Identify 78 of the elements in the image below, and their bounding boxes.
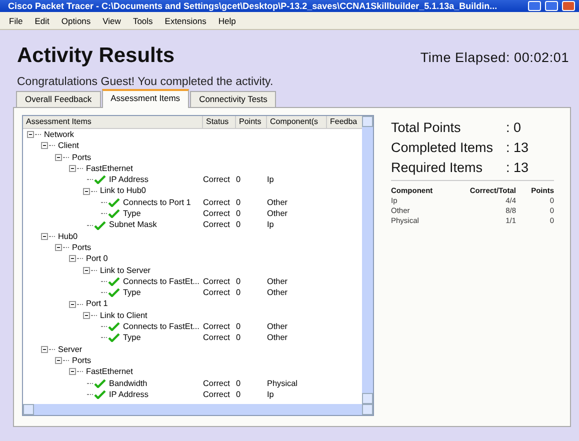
points-cell-text: 0 — [236, 378, 242, 389]
component-cell-text: Ip — [267, 174, 275, 186]
component-cell-text: Other — [267, 208, 288, 220]
tree-item-label[interactable]: Connects to FastEt... — [123, 276, 200, 288]
component-cell-text: Other — [267, 321, 288, 332]
tree-item-label[interactable]: Type — [123, 208, 141, 220]
status-cell-text: Correct — [203, 276, 231, 288]
status-cell-text: Correct — [203, 388, 231, 400]
menu-item[interactable]: Options — [56, 16, 96, 26]
component-cell-text: Other — [267, 276, 288, 288]
points-cell-text: 0 — [236, 332, 242, 344]
time-elapsed: Time Elapsed: 00:02:01 — [420, 50, 569, 67]
tree-item-label[interactable]: IP Address — [109, 174, 148, 186]
status-cell-text: Correct — [203, 332, 231, 344]
points-cell-text: 0 — [236, 276, 242, 288]
tree-item-label[interactable]: FastEthernet — [86, 162, 133, 174]
stat-label: Required Items — [391, 160, 484, 175]
points-cell-text: 0 — [236, 321, 242, 332]
tree-item-label[interactable]: Connects to FastEt... — [123, 321, 200, 332]
tree-item-label[interactable]: Port 1 — [86, 298, 108, 310]
stat-value: : 13 — [506, 160, 529, 175]
column-header[interactable]: Status — [203, 116, 236, 128]
column-header[interactable]: Assessment Items — [23, 116, 203, 128]
stat-value: : 0 — [506, 120, 522, 135]
column-header[interactable]: Component(s — [267, 116, 327, 128]
points-cell-text: 0 — [236, 208, 242, 220]
status-cell-text: Correct — [203, 174, 231, 186]
status-cell-text: Correct — [203, 219, 231, 231]
tree-item-label[interactable]: Subnet Mask — [109, 219, 157, 231]
tree-item-label[interactable]: Port 0 — [86, 253, 108, 265]
tree-item-label[interactable]: Client — [58, 140, 79, 152]
tree-item-label[interactable]: FastEthernet — [86, 366, 133, 378]
points-cell-text: 0 — [236, 196, 242, 208]
tree-item-label[interactable]: Connects to Port 1 — [123, 196, 191, 208]
menu-item[interactable]: Extensions — [160, 16, 212, 26]
tab[interactable]: Overall Feedback — [16, 91, 101, 107]
column-header[interactable]: Points — [236, 116, 267, 128]
tab[interactable]: Assessment Items — [102, 89, 190, 108]
stat-value: : 13 — [506, 140, 529, 155]
component-cell-text: Ip — [267, 388, 275, 400]
stat-label: Total Points — [391, 120, 462, 135]
menu-item[interactable]: View — [98, 16, 126, 26]
tree-item-label[interactable]: Ports — [72, 354, 92, 366]
tree-item-label[interactable]: Type — [123, 287, 141, 298]
status-cell-text: Correct — [203, 287, 231, 298]
menu-item[interactable]: Edit — [30, 16, 54, 26]
menu-item[interactable]: Tools — [128, 16, 158, 26]
component-cell-text: Other — [267, 196, 288, 208]
tree-item-label[interactable]: Bandwidth — [109, 378, 148, 389]
tree-item-label[interactable]: Server — [58, 344, 82, 355]
tree-item-label[interactable]: Link to Client — [100, 310, 148, 322]
tree-item-label[interactable]: Network — [44, 129, 74, 140]
component-cell-text: Other — [267, 332, 288, 344]
component-cell-text: Ip — [267, 219, 275, 231]
menu-item[interactable]: File — [4, 16, 28, 26]
status-cell-text: Correct — [203, 196, 231, 208]
status-cell-text: Correct — [203, 378, 231, 389]
component-cell-text: Other — [267, 287, 288, 298]
tab[interactable]: Connectivity Tests — [190, 91, 276, 107]
completion-message: Congratulations Guest! You completed the activity. — [17, 76, 274, 88]
points-cell-text: 0 — [236, 219, 242, 231]
tree-item-label[interactable]: Link to Server — [100, 264, 151, 276]
page-heading: Activity Results — [17, 44, 175, 68]
points-cell-text: 0 — [236, 388, 242, 400]
component-cell-text: Physical — [267, 378, 298, 389]
tree-item-label[interactable]: Type — [123, 332, 141, 344]
stat-label: Completed Items — [391, 140, 494, 155]
status-cell-text: Correct — [203, 321, 231, 332]
tree-item-label[interactable]: Ports — [72, 152, 92, 163]
menu-item[interactable]: Help — [213, 16, 241, 26]
window-title: Cisco Packet Tracer - C:\Documents and Settings\gcet\Desktop\P-13.2_saves\CCNA1Skillbuilder_5.1.13a_Buildin... — [8, 0, 498, 12]
points-cell-text: 0 — [236, 287, 242, 298]
tree-item-label[interactable]: IP Address — [109, 388, 148, 400]
status-cell-text: Correct — [203, 208, 231, 220]
tree-item-label[interactable]: Link to Hub0 — [100, 185, 146, 197]
tree-item-label[interactable]: Ports — [72, 242, 92, 254]
points-cell-text: 0 — [236, 174, 242, 186]
tree-item-label[interactable]: Hub0 — [58, 230, 78, 242]
